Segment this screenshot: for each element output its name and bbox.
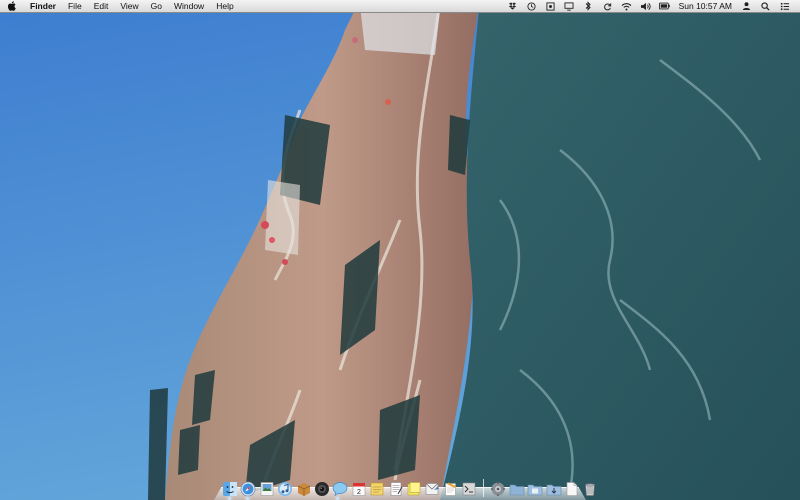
camera-icon[interactable]	[314, 481, 330, 497]
preview-icon[interactable]	[259, 481, 275, 497]
menu-bar: Finder File Edit View Go Window Help Sun…	[0, 0, 800, 13]
menu-edit[interactable]: Edit	[88, 0, 115, 12]
time-machine-icon[interactable]	[526, 0, 537, 12]
wifi-icon[interactable]	[621, 0, 632, 12]
menu-help[interactable]: Help	[210, 0, 239, 12]
downloads-icon[interactable]	[546, 481, 562, 497]
volume-icon[interactable]	[640, 0, 651, 12]
battery-icon[interactable]	[658, 0, 670, 12]
script-editor-icon[interactable]	[461, 481, 477, 497]
itunes-icon[interactable]	[277, 481, 293, 497]
menu-file[interactable]: File	[62, 0, 88, 12]
dock: 2	[214, 474, 596, 500]
ichat-icon[interactable]	[332, 481, 348, 497]
menu-window[interactable]: Window	[168, 0, 210, 12]
menu-clock[interactable]: Sun 10:57 AM	[674, 1, 737, 11]
user-icon[interactable]	[741, 0, 752, 12]
menu-go[interactable]: Go	[145, 0, 168, 12]
textedit-icon[interactable]	[388, 481, 404, 497]
system-prefs-icon[interactable]	[490, 481, 506, 497]
screen-sharing-icon[interactable]	[545, 0, 556, 12]
document-icon[interactable]	[564, 481, 580, 497]
notification-list-icon[interactable]	[779, 0, 790, 12]
desktop-wallpaper	[0, 0, 800, 500]
sync-icon[interactable]	[602, 0, 613, 12]
dock-separator	[483, 479, 485, 497]
documents-folder-icon[interactable]	[527, 481, 543, 497]
spotlight-icon[interactable]	[760, 0, 771, 12]
pages-icon[interactable]	[443, 481, 459, 497]
calendar-icon[interactable]: 2	[351, 481, 367, 497]
package-icon[interactable]	[296, 481, 312, 497]
finder-icon[interactable]	[222, 481, 238, 497]
menu-view[interactable]: View	[114, 0, 144, 12]
display-icon[interactable]	[564, 0, 575, 12]
apple-menu-icon[interactable]	[8, 0, 18, 12]
calendar-day: 2	[357, 489, 361, 496]
notes-icon[interactable]	[369, 481, 385, 497]
dropbox-icon[interactable]	[507, 0, 518, 12]
app-menu-finder[interactable]: Finder	[28, 0, 62, 12]
stickies-icon[interactable]	[406, 481, 422, 497]
mail-stamp-icon[interactable]	[424, 481, 440, 497]
safari-icon[interactable]	[240, 481, 256, 497]
applications-folder-icon[interactable]	[509, 481, 525, 497]
bluetooth-icon[interactable]	[583, 0, 594, 12]
trash-icon[interactable]	[582, 481, 598, 497]
